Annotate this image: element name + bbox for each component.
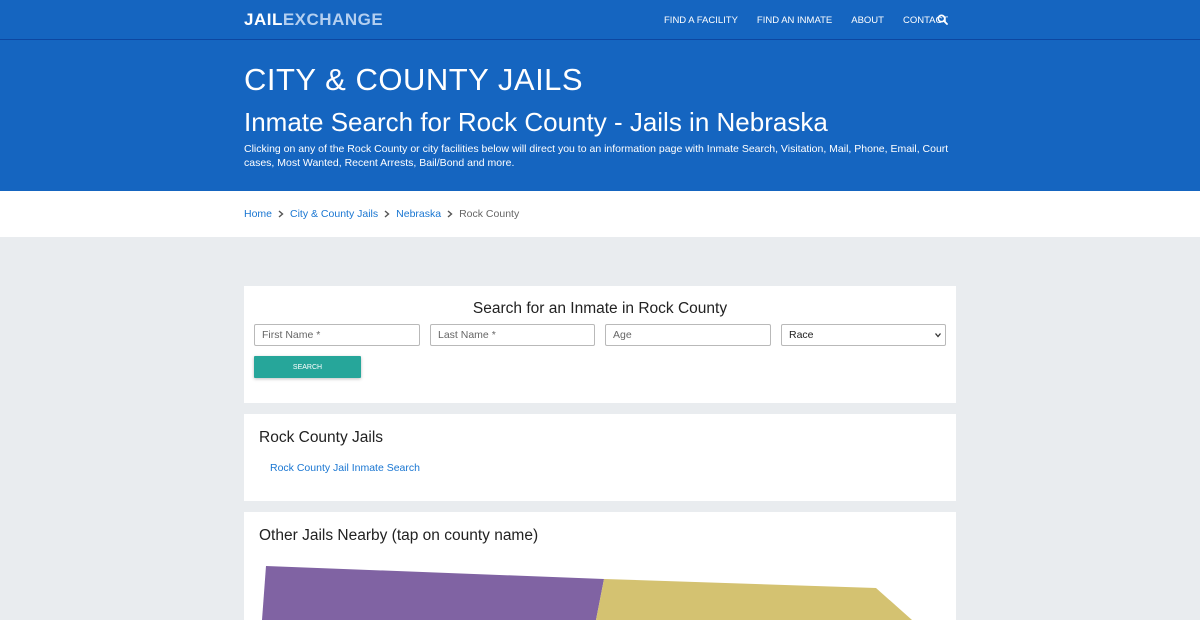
breadcrumb-city-county-jails[interactable]: City & County Jails: [290, 208, 378, 220]
page-title: Inmate Search for Rock County - Jails in…: [244, 107, 828, 137]
nearby-counties-map: [262, 566, 912, 620]
map-county-yellow[interactable]: [596, 579, 912, 620]
search-button[interactable]: SEARCH: [254, 356, 361, 378]
nav-find-inmate[interactable]: FIND AN INMATE: [757, 15, 832, 26]
section-kicker: CITY & COUNTY JAILS: [244, 62, 584, 97]
breadcrumb-home[interactable]: Home: [244, 208, 272, 220]
hero-banner: CITY & COUNTY JAILS Inmate Search for Ro…: [0, 40, 1200, 191]
race-select-value: Race: [789, 329, 814, 341]
search-card-title: Search for an Inmate in Rock County: [472, 300, 728, 317]
last-name-input[interactable]: Last Name *: [430, 324, 595, 346]
chevron-down-icon: [935, 333, 941, 338]
county-jails-heading: Rock County Jails: [259, 429, 384, 446]
chevron-right-icon: [278, 210, 284, 218]
race-select[interactable]: Race: [781, 324, 946, 346]
search-icon[interactable]: [937, 14, 948, 25]
chevron-right-icon: [447, 210, 453, 218]
site-logo[interactable]: JAILEXCHANGE: [244, 10, 383, 30]
breadcrumb-bar: Home City & County Jails Nebraska Rock C…: [0, 191, 1200, 237]
breadcrumb: Home City & County Jails Nebraska Rock C…: [244, 208, 519, 220]
inmate-search-card: Search for an Inmate in Rock County Firs…: [244, 286, 956, 403]
top-navbar: JAILEXCHANGE FIND A FACILITY FIND AN INM…: [0, 0, 1200, 40]
chevron-right-icon: [384, 210, 390, 218]
county-jails-card: Rock County Jails Rock County Jail Inmat…: [244, 414, 956, 501]
logo-text-jail: JAIL: [244, 10, 283, 29]
page-description: Clicking on any of the Rock County or ci…: [244, 143, 949, 169]
logo-text-exchange: EXCHANGE: [282, 10, 384, 29]
first-name-input[interactable]: First Name *: [254, 324, 420, 346]
nav-about[interactable]: ABOUT: [851, 15, 884, 26]
map-county-purple[interactable]: [262, 566, 604, 620]
nav-find-facility[interactable]: FIND A FACILITY: [664, 15, 738, 26]
breadcrumb-current: Rock County: [459, 208, 520, 220]
jail-link-rock-county[interactable]: Rock County Jail Inmate Search: [270, 462, 420, 474]
nav-links: FIND A FACILITY FIND AN INMATE ABOUT CON…: [664, 0, 967, 40]
age-input[interactable]: Age: [605, 324, 771, 346]
nearby-jails-card: Other Jails Nearby (tap on county name): [244, 512, 956, 620]
breadcrumb-nebraska[interactable]: Nebraska: [396, 208, 441, 220]
